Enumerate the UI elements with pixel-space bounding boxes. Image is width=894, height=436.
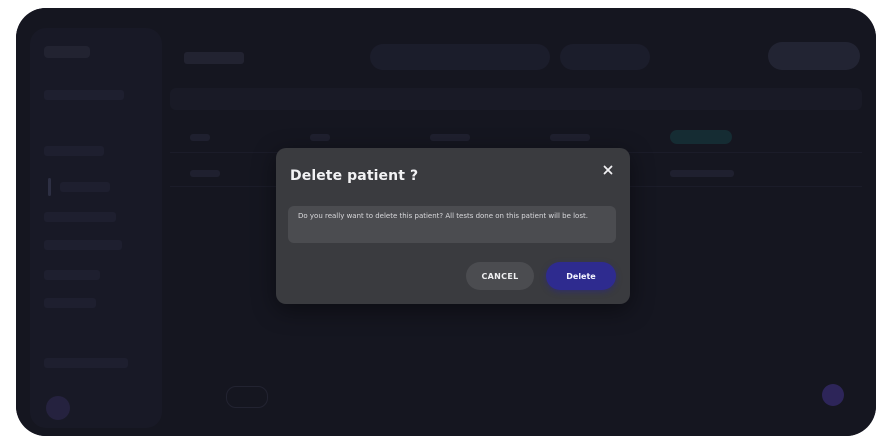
delete-patient-dialog: Delete patient ? Do you really want to d… [276,148,630,304]
app-window: Delete patient ? Do you really want to d… [16,8,876,436]
cancel-button[interactable]: CANCEL [466,262,534,290]
delete-button[interactable]: Delete [546,262,616,290]
dialog-message: Do you really want to delete this patien… [288,206,616,243]
dialog-title: Delete patient ? [290,168,419,184]
close-icon[interactable] [600,162,616,178]
